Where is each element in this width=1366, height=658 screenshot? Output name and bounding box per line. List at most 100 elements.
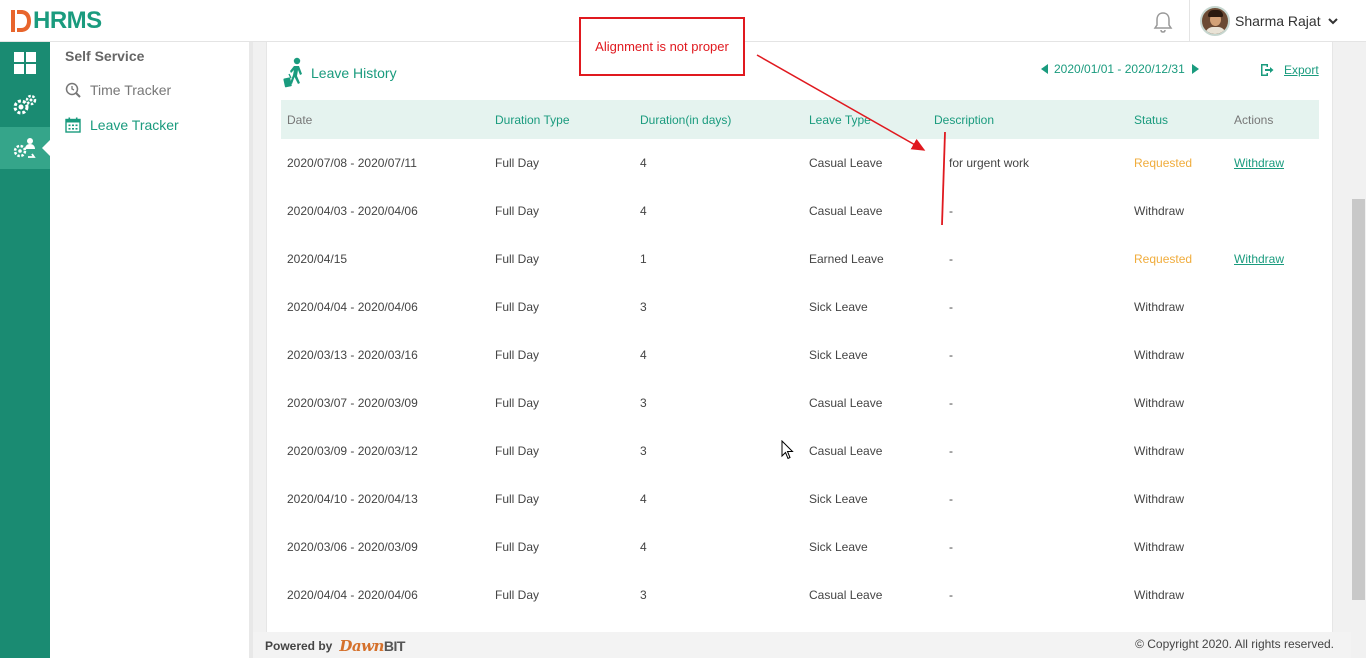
settings-gears-icon xyxy=(13,94,37,115)
cell-duration-days: 4 xyxy=(640,204,647,218)
sidebar-item-time-tracker[interactable]: Time Tracker xyxy=(65,82,171,98)
status-badge: Withdraw xyxy=(1134,588,1185,602)
cell-duration-type: Full Day xyxy=(495,300,540,314)
cell-leave-type: Casual Leave xyxy=(809,444,883,458)
scrollbar-thumb[interactable] xyxy=(1352,199,1365,600)
cell-duration-days: 3 xyxy=(640,588,647,602)
cell-date: 2020/03/13 - 2020/03/16 xyxy=(287,348,418,362)
user-name: Sharma Rajat xyxy=(1235,13,1321,29)
status-badge: Withdraw xyxy=(1134,300,1185,314)
cell-leave-type: Casual Leave xyxy=(809,588,883,602)
status-badge: Requested xyxy=(1134,156,1193,170)
cell-action xyxy=(1228,523,1319,571)
cell-action xyxy=(1228,283,1319,331)
status-badge: Withdraw xyxy=(1134,348,1185,362)
app-logo[interactable]: HRMS xyxy=(10,7,102,35)
cell-description: - xyxy=(949,588,953,602)
calendar-icon xyxy=(65,117,81,133)
footer: Powered by DawnBIT © Copyright 2020. All… xyxy=(253,632,1351,658)
leave-history-table: Date Duration Type Duration(in days) Lea… xyxy=(281,100,1319,619)
column-header-duration-days[interactable]: Duration(in days) xyxy=(634,100,803,139)
cell-date: 2020/04/04 - 2020/04/06 xyxy=(287,300,418,314)
user-menu[interactable]: Sharma Rajat xyxy=(1200,5,1338,37)
column-header-description[interactable]: Description xyxy=(928,100,1128,139)
sidebar-item-leave-tracker[interactable]: Leave Tracker xyxy=(65,117,179,133)
cell-description: - xyxy=(949,252,953,266)
cell-duration-days: 3 xyxy=(640,300,647,314)
column-header-date[interactable]: Date xyxy=(281,100,489,139)
rail-dashboard[interactable] xyxy=(0,42,50,84)
avatar xyxy=(1200,6,1230,36)
dawnbit-logo[interactable]: DawnBIT xyxy=(339,637,405,655)
cell-action: Withdraw xyxy=(1228,235,1319,283)
date-range-nav: 2020/01/01 - 2020/12/31 xyxy=(1041,62,1199,76)
cell-duration-days: 4 xyxy=(640,540,647,554)
cell-description: - xyxy=(949,492,953,506)
cell-action xyxy=(1228,187,1319,235)
cell-leave-type: Casual Leave xyxy=(809,396,883,410)
sidebar-divider xyxy=(249,42,253,658)
withdraw-link[interactable]: Withdraw xyxy=(1234,252,1284,266)
cell-duration-days: 3 xyxy=(640,396,647,410)
prev-range-arrow-icon[interactable] xyxy=(1041,64,1048,74)
cell-date: 2020/04/15 xyxy=(287,252,348,266)
table-row: 2020/04/04 - 2020/04/06 Full Day 3 Sick Lea… xyxy=(281,283,1319,331)
cell-duration-days: 1 xyxy=(640,252,647,266)
mouse-cursor-icon xyxy=(781,440,794,460)
sidebar-section-title: Self Service xyxy=(65,48,145,64)
traveler-luggage-icon xyxy=(283,57,302,88)
cell-duration-type: Full Day xyxy=(495,204,540,218)
cell-date: 2020/04/04 - 2020/04/06 xyxy=(287,588,418,602)
cell-action xyxy=(1228,331,1319,379)
cell-status: Withdraw xyxy=(1128,283,1228,331)
cell-leave-type: Sick Leave xyxy=(809,492,868,506)
cell-status: Requested xyxy=(1128,139,1228,187)
cell-status: Requested xyxy=(1128,235,1228,283)
table-row: 2020/04/10 - 2020/04/13 Full Day 4 Sick Lea… xyxy=(281,475,1319,523)
cell-leave-type: Sick Leave xyxy=(809,300,868,314)
cell-status: Withdraw xyxy=(1128,379,1228,427)
column-header-leave-type[interactable]: Leave Type xyxy=(803,100,928,139)
column-header-status[interactable]: Status xyxy=(1128,100,1228,139)
page-title-text: Leave History xyxy=(311,65,397,81)
brand-part2: BIT xyxy=(383,638,406,654)
column-header-duration-type[interactable]: Duration Type xyxy=(489,100,634,139)
sidebar-item-label: Time Tracker xyxy=(90,82,172,98)
cell-action: Withdraw xyxy=(1228,139,1319,187)
cell-description: - xyxy=(949,540,953,554)
cell-duration-type: Full Day xyxy=(495,156,540,170)
clock-search-icon xyxy=(65,82,81,98)
table-row: 2020/03/07 - 2020/03/09 Full Day 3 Casual L… xyxy=(281,379,1319,427)
withdraw-link[interactable]: Withdraw xyxy=(1234,156,1284,170)
status-badge: Withdraw xyxy=(1134,396,1185,410)
cell-status: Withdraw xyxy=(1128,523,1228,571)
cell-duration-days: 4 xyxy=(640,156,647,170)
cell-action xyxy=(1228,571,1319,619)
cell-description: - xyxy=(949,300,953,314)
powered-by: Powered by DawnBIT xyxy=(265,637,405,655)
nav-rail xyxy=(0,42,50,658)
cell-duration-days: 4 xyxy=(640,348,647,362)
notification-bell-icon[interactable] xyxy=(1151,10,1175,34)
status-badge: Withdraw xyxy=(1134,540,1185,554)
cell-description: - xyxy=(949,444,953,458)
rail-settings[interactable] xyxy=(0,84,50,126)
annotation-callout: Alignment is not proper xyxy=(579,17,745,76)
table-row: 2020/04/15 Full Day 1 Earned Leave - Requeste… xyxy=(281,235,1319,283)
rail-self-service[interactable] xyxy=(0,127,50,169)
export-button[interactable]: Export xyxy=(1260,63,1319,77)
status-badge: Withdraw xyxy=(1134,492,1185,506)
cell-duration-type: Full Day xyxy=(495,348,540,362)
cell-status: Withdraw xyxy=(1128,187,1228,235)
table-row: 2020/03/09 - 2020/03/12 Full Day 3 Casual L… xyxy=(281,427,1319,475)
brand-part1: Dawn xyxy=(339,637,384,655)
cell-leave-type: Sick Leave xyxy=(809,540,868,554)
status-badge: Withdraw xyxy=(1134,204,1185,218)
cell-status: Withdraw xyxy=(1128,475,1228,523)
table-header-row: Date Duration Type Duration(in days) Lea… xyxy=(281,100,1319,139)
top-divider xyxy=(1189,0,1190,42)
logo-text: HRMS xyxy=(33,7,102,34)
next-range-arrow-icon[interactable] xyxy=(1191,64,1199,74)
annotation-text: Alignment is not proper xyxy=(595,39,729,54)
chevron-down-icon[interactable] xyxy=(1327,16,1338,26)
